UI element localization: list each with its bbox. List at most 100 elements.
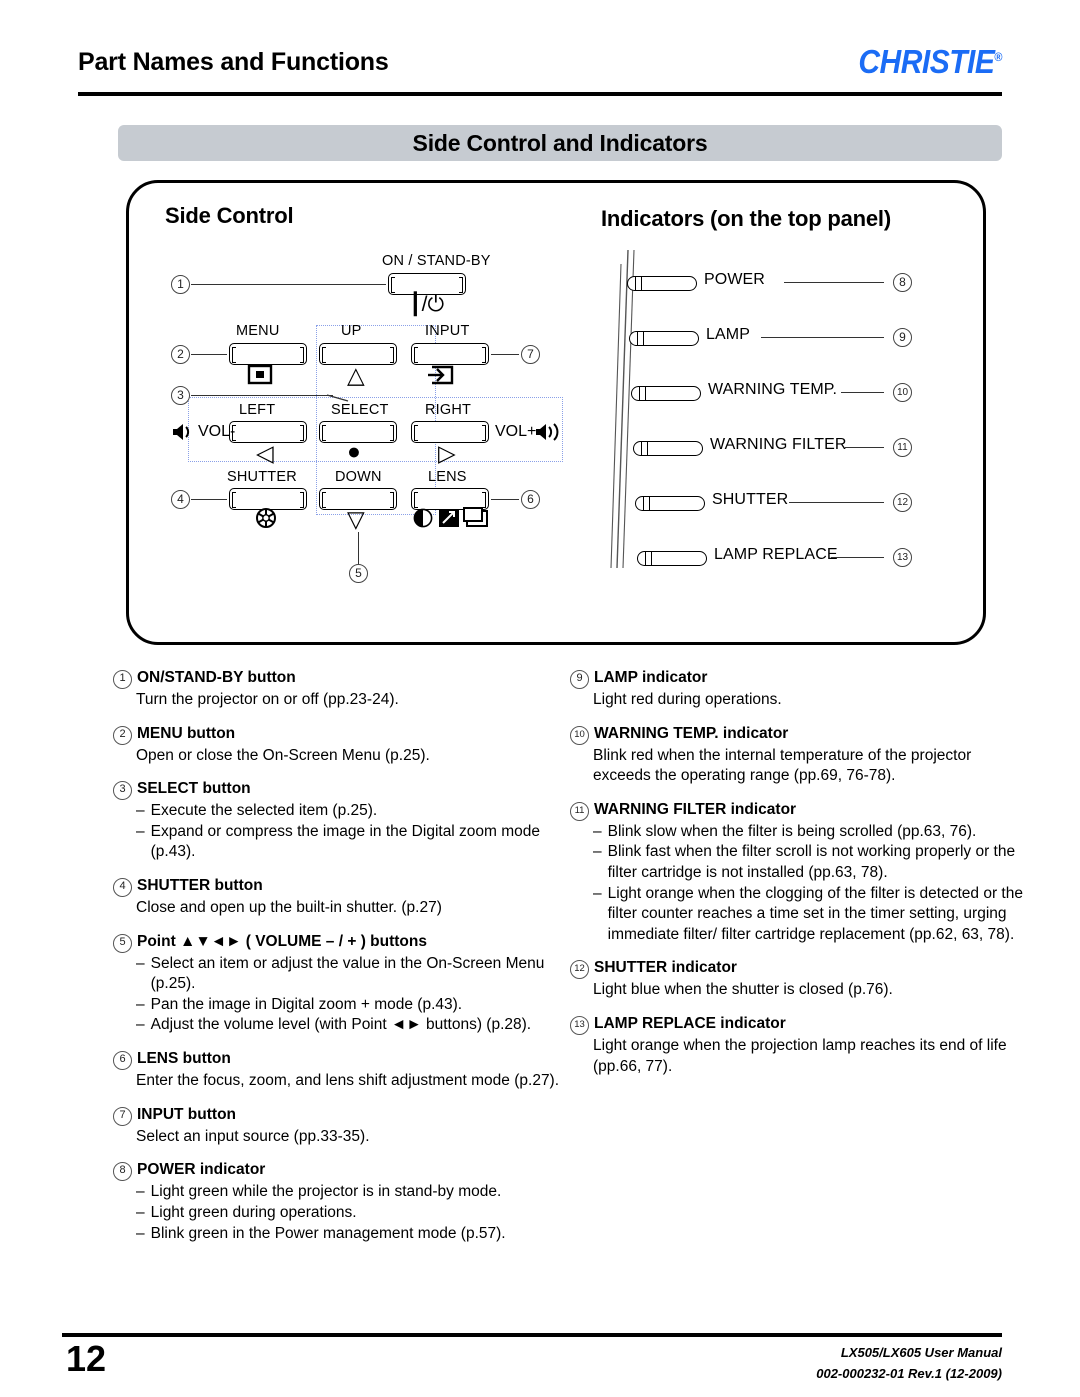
callout-line-10 <box>841 392 884 393</box>
callout-line-12 <box>789 502 884 503</box>
callout-1: 1 <box>171 275 190 294</box>
power-led-icon <box>627 276 697 291</box>
menu-square-icon <box>247 364 273 385</box>
description-bullet: – Select an item or adjust the value in t… <box>136 954 575 995</box>
bullet-dash-icon: – <box>136 995 145 1013</box>
top-panel-edge-lines <box>610 250 635 569</box>
lens-label: LENS <box>428 469 467 485</box>
callout-line-5 <box>358 532 359 564</box>
christie-logo: CHRISTIE® <box>858 44 1002 82</box>
description-item-number: 8 <box>113 1162 132 1182</box>
description-item-heading: 7 INPUT button <box>113 1105 575 1126</box>
description-item-heading: 13 LAMP REPLACE indicator <box>570 1014 1025 1036</box>
description-item-heading: 9 LAMP indicator <box>570 668 1025 689</box>
indicator-label-power: POWER <box>704 271 765 288</box>
bullet-dash-icon: – <box>136 802 145 820</box>
description-bullet: – Light orange when the clogging of the f… <box>593 884 1025 946</box>
triangle-left-icon: ◁ <box>256 440 274 466</box>
bullet-dash-icon: – <box>136 1183 145 1201</box>
description-item: 11 WARNING FILTER indicator – Blink slow wh… <box>570 800 1025 946</box>
description-item-heading: 5 Point ▲▼◄► ( VOLUME – / + ) buttons <box>113 932 575 953</box>
registered-mark-icon: ® <box>994 50 1002 65</box>
description-item: 7 INPUT button Select an input source (pp.… <box>113 1105 575 1148</box>
description-item: 12 SHUTTER indicator Light blue when the s… <box>570 958 1025 1001</box>
description-item-title: POWER indicator <box>137 1161 266 1179</box>
description-item-heading: 12 SHUTTER indicator <box>570 958 1025 980</box>
description-line: Close and open up the built-in shutter. … <box>136 899 442 917</box>
section-title: Side Control and Indicators <box>412 129 708 156</box>
shutter-label: SHUTTER <box>227 469 297 485</box>
description-line: Light blue when the shutter is closed (p… <box>593 981 893 999</box>
footer-divider <box>62 1333 1002 1337</box>
description-bullet: – Expand or compress the image in the Dig… <box>136 822 575 863</box>
description-item-body: Blink red when the internal temperature … <box>593 746 1025 787</box>
description-item-body: Light orange when the projection lamp re… <box>593 1036 1025 1077</box>
menu-label: MENU <box>236 323 280 339</box>
description-item: 9 LAMP indicator Light red during operatio… <box>570 668 1025 711</box>
callout-12: 12 <box>893 493 912 512</box>
description-item-title: MENU button <box>137 724 236 742</box>
description-item-number: 12 <box>570 960 589 980</box>
description-bullet-text: Expand or compress the image in the Digi… <box>150 822 541 861</box>
callout-line-7 <box>491 354 519 355</box>
description-item-body: Open or close the On-Screen Menu (p.25). <box>136 746 575 767</box>
led-tick-a <box>637 331 638 346</box>
page-number: 12 <box>66 1338 107 1379</box>
description-bullet-text: Blink green in the Power management mode… <box>150 1224 506 1242</box>
description-line: Turn the projector on or off (pp.23-24). <box>136 691 399 708</box>
description-item: 3 SELECT button – Execute the selected item… <box>113 779 575 863</box>
callout-3: 3 <box>171 386 190 405</box>
description-item-body: Light red during operations. <box>593 690 1025 711</box>
led-tick-b <box>645 386 646 401</box>
description-item-number: 3 <box>113 781 132 801</box>
callout-line-13 <box>831 557 884 558</box>
description-bullet-text: Light green during operations. <box>150 1203 357 1221</box>
description-item-title: LENS button <box>137 1050 231 1068</box>
warning-temp-led-icon <box>631 386 701 401</box>
description-item-title: WARNING FILTER indicator <box>594 800 797 818</box>
callout-line-11 <box>845 447 884 448</box>
led-tick-b <box>651 551 652 566</box>
description-item-body: – Blink slow when the filter is being scr… <box>593 822 1025 946</box>
description-item-number: 2 <box>113 725 132 745</box>
description-item-number: 11 <box>570 801 589 821</box>
description-bullet: – Light green while the projector is in s… <box>136 1182 575 1203</box>
description-bullet-text: Light green while the projector is in st… <box>150 1183 502 1201</box>
footer-manual-name: LX505/LX605 User Manual <box>840 1345 1002 1360</box>
led-tick-b <box>649 496 650 511</box>
description-column-left: 1 ON/STAND-BY button Turn the projector on… <box>113 668 575 1257</box>
description-item-heading: 1 ON/STAND-BY button <box>113 668 575 689</box>
page-title: Part Names and Functions <box>78 48 389 76</box>
bullet-dash-icon: – <box>136 1203 145 1221</box>
vol-up-label: VOL+ <box>495 423 537 440</box>
speaker-high-icon <box>536 423 559 441</box>
description-bullet: – Execute the selected item (p.25). <box>136 801 575 822</box>
description-line: Blink red when the internal temperature … <box>593 746 972 785</box>
bullet-dash-icon: – <box>136 1016 145 1034</box>
menu-button[interactable] <box>229 343 307 365</box>
description-item-heading: 10 WARNING TEMP. indicator <box>570 724 1025 745</box>
description-item-number: 7 <box>113 1106 132 1126</box>
description-item-heading: 6 LENS button <box>113 1049 575 1071</box>
filled-circle-icon: ● <box>347 438 361 464</box>
indicator-label-lamp-replace: LAMP REPLACE <box>714 546 838 563</box>
description-item: 10 WARNING TEMP. indicator Blink red when … <box>570 724 1025 787</box>
description-item-heading: 3 SELECT button <box>113 779 575 801</box>
description-item-body: – Select an item or adjust the value in t… <box>136 954 575 1036</box>
triangle-right-icon: ▷ <box>438 440 456 466</box>
bullet-dash-icon: – <box>593 884 602 902</box>
input-arrow-icon <box>428 365 454 385</box>
description-item-number: 10 <box>570 725 589 745</box>
description-item-heading: 8 POWER indicator <box>113 1160 575 1182</box>
callout-4: 4 <box>171 490 190 509</box>
callout-9: 9 <box>893 328 912 347</box>
power-symbol-icon: ┃/⏻ <box>409 293 445 316</box>
description-bullet-text: Adjust the volume level (with Point ◄► b… <box>150 1016 532 1034</box>
description-item-number: 1 <box>113 670 132 689</box>
description-item-number: 9 <box>570 670 589 689</box>
warning-filter-led-icon <box>633 441 703 456</box>
indicator-label-warning-filter: WARNING FILTER <box>710 436 847 453</box>
description-item-body: – Execute the selected item (p.25). – Expan… <box>136 801 575 863</box>
input-button[interactable] <box>411 343 489 365</box>
lamp-replace-led-icon <box>637 551 707 566</box>
